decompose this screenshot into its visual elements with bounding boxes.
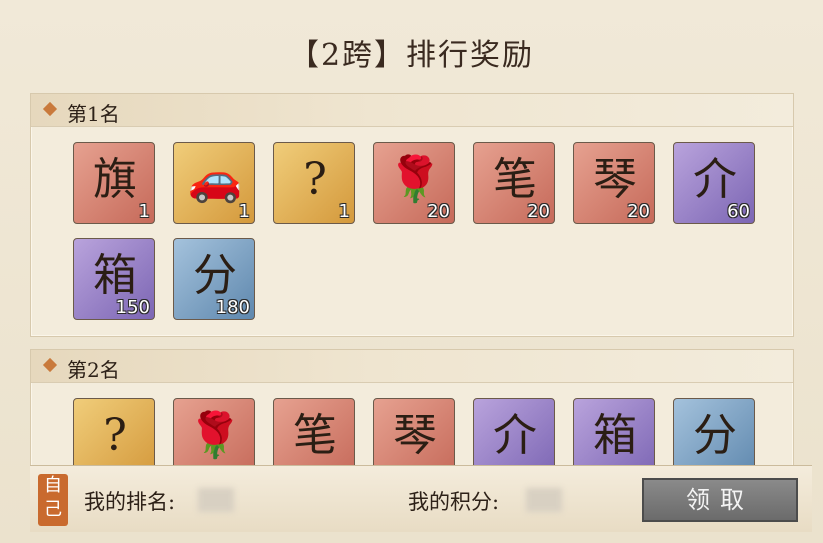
rank-1-section: 第1名 旗 1 🚗 1? 1 🌹 20 笔 20 琴 20 介 60 箱 150 分 180 [30,93,794,337]
reward-item[interactable]: 旗1 [73,142,155,224]
item-quantity: 150 [115,297,150,318]
reward-item[interactable]: 🚗 1 [173,142,255,224]
item-quantity: 180 [215,297,250,318]
reward-item[interactable]: 介 60 [673,142,755,224]
green-box-icon: 箱 [593,410,637,461]
mystery-jar-icon: ? [103,410,127,461]
section-title: 第2名 [67,358,120,382]
section-header: 第2名 [31,350,793,383]
zither-icon: 琴 [393,410,437,461]
reward-item[interactable]: ? 1 [273,142,355,224]
diamond-icon [42,101,58,117]
item-quantity: 20 [527,201,550,222]
brush-icon: 笔 [293,410,337,461]
my-rank-label: 我的排名: [84,490,176,514]
item-quantity: 1 [138,201,150,222]
my-score-label: 我的积分: [408,490,500,514]
section-header: 第1名 [31,94,793,127]
rose-dome-icon: 🌹 [187,410,243,461]
rank-value-hidden [198,488,234,512]
reward-item[interactable]: 笔 20 [473,142,555,224]
reward-item[interactable]: 琴 20 [573,142,655,224]
rank-2-section: 第2名 ? 🌹 笔 琴 介 箱 分 [30,349,794,480]
reward-item[interactable]: 🌹 20 [373,142,455,224]
item-quantity: 20 [427,201,450,222]
diamond-icon [42,357,58,373]
item-quantity: 60 [727,201,750,222]
item-quantity: 1 [238,201,250,222]
reward-panel: 【2跨】排行奖励 第1名 旗 1 🚗 1? 1 🌹 20 笔 20 琴 20 介 60 箱 150 分 180 … [0,0,823,543]
item-quantity: 20 [627,201,650,222]
item-quantity: 1 [338,201,350,222]
self-tag: 自己 [38,474,68,526]
reward-item[interactable]: 分 180 [173,238,255,320]
claim-button[interactable]: 领取 [642,478,798,522]
score-value-hidden [526,488,562,512]
page-title: 【2跨】排行奖励 [288,38,535,73]
section-title: 第1名 [67,102,120,126]
score-card-icon: 分 [693,410,737,461]
reward-item[interactable]: 箱 150 [73,238,155,320]
footer-bar: 自己 我的排名: 我的积分: 领取 [30,465,812,532]
scroll-book-icon: 介 [493,410,537,461]
